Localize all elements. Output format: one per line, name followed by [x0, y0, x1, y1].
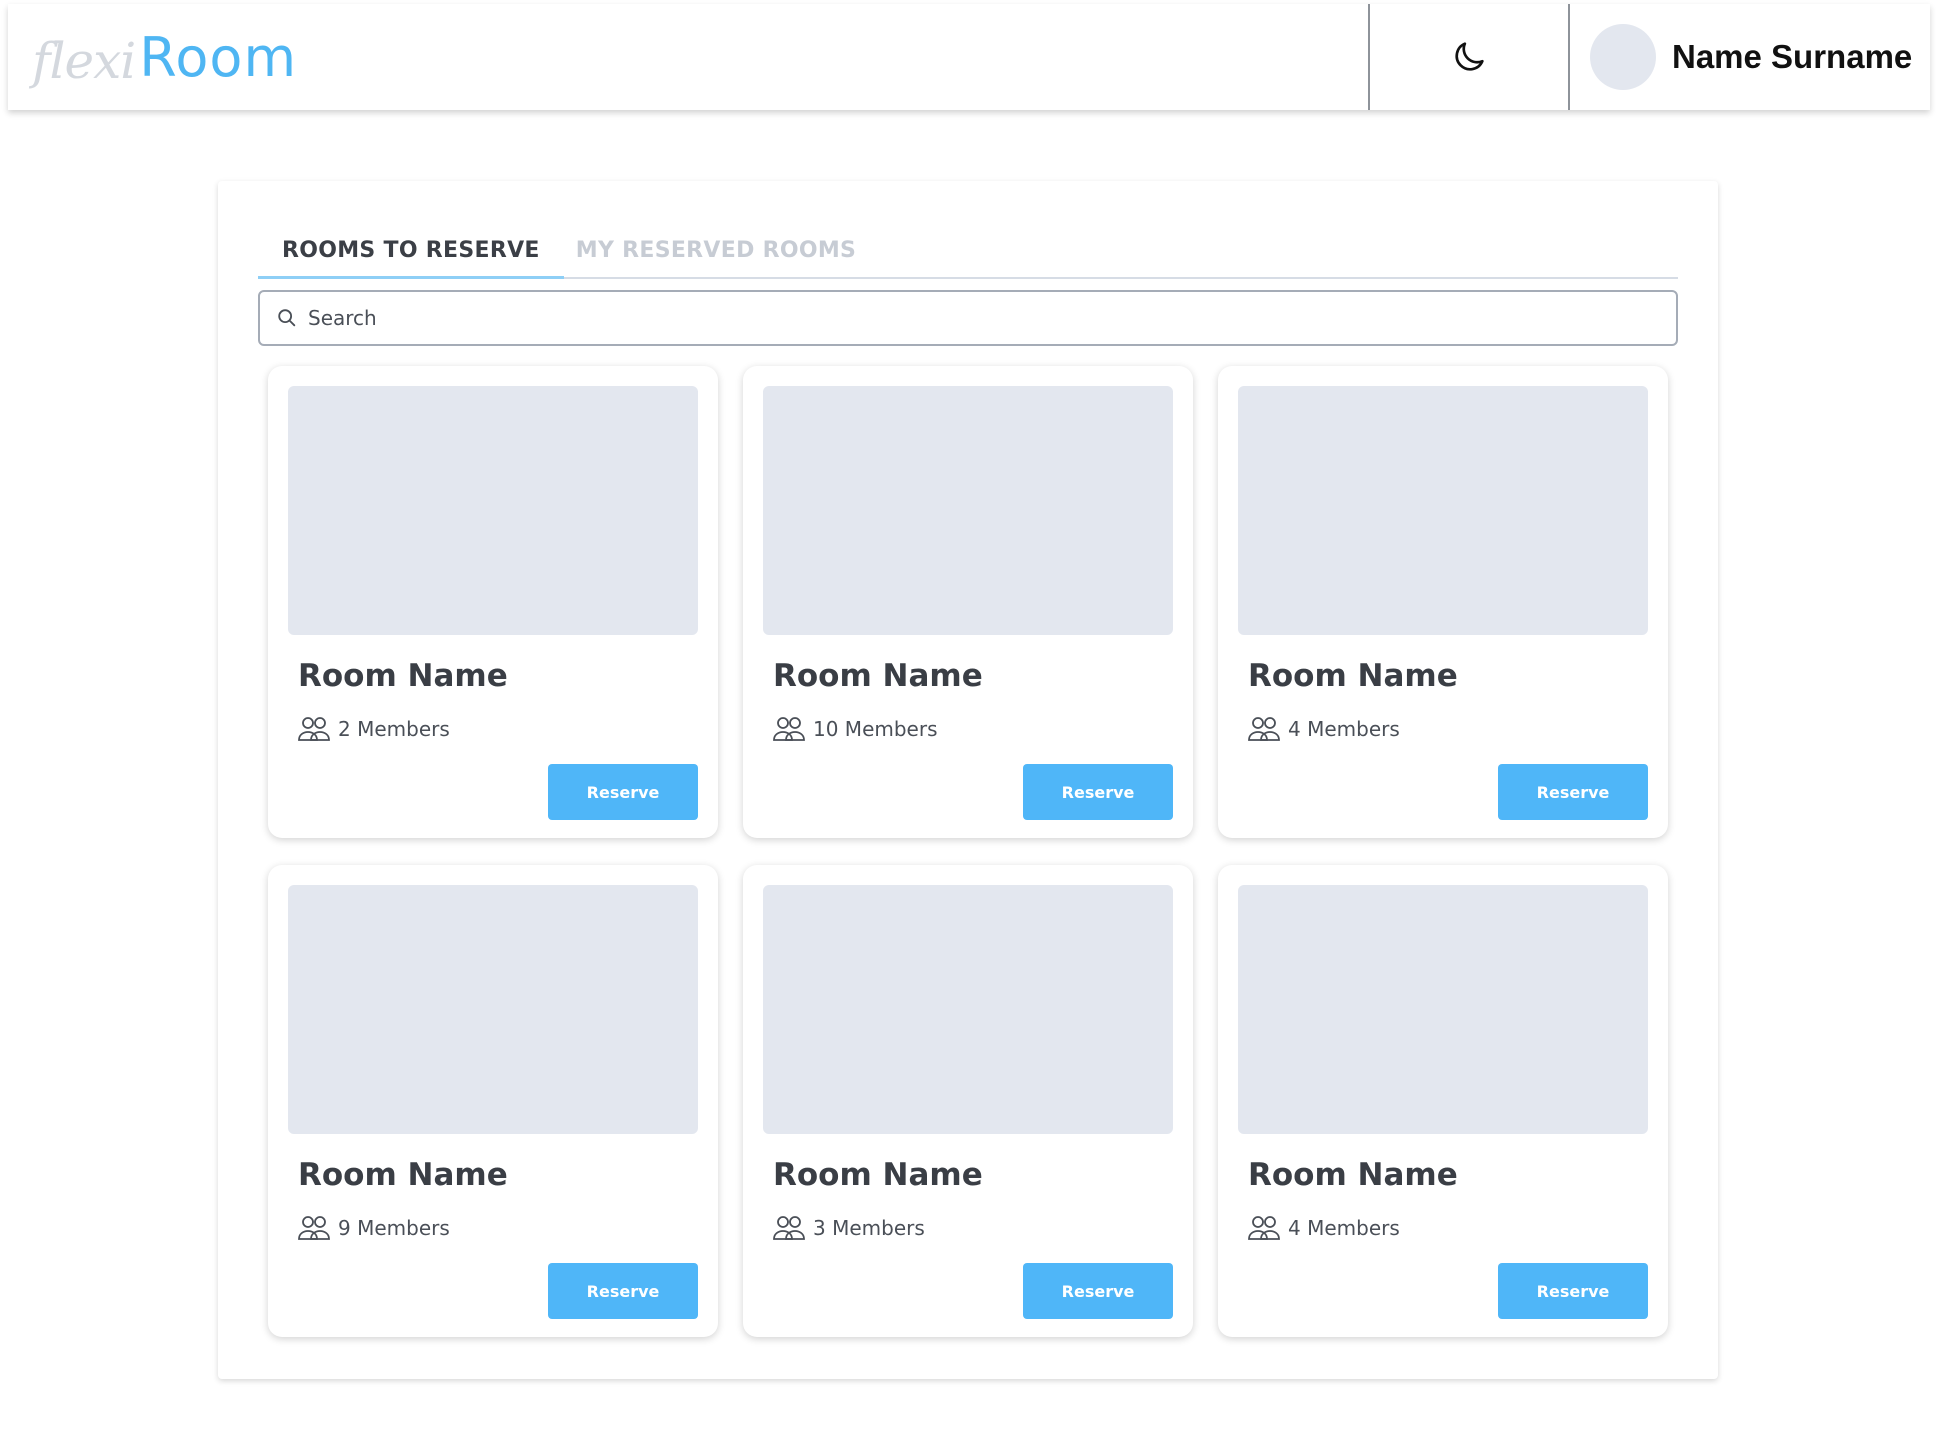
room-image-placeholder [763, 885, 1173, 1134]
room-card: Room Name 3 Members Reserve [743, 865, 1193, 1337]
members-info: 2 Members [298, 716, 450, 742]
room-name: Room Name [773, 658, 983, 694]
members-info: 3 Members [773, 1215, 925, 1241]
users-icon [1248, 1216, 1280, 1240]
logo-prefix: flexi [32, 32, 136, 90]
room-card: Room Name 9 Members Reserve [268, 865, 718, 1337]
members-info: 10 Members [773, 716, 938, 742]
app-logo[interactable]: flexi Room [8, 4, 1368, 110]
members-info: 4 Members [1248, 1215, 1400, 1241]
search-input[interactable] [306, 305, 1676, 331]
search-icon [278, 309, 296, 327]
room-name: Room Name [298, 658, 508, 694]
room-card: Room Name 10 Members Reserve [743, 366, 1193, 838]
user-name: Name Surname [1672, 38, 1913, 75]
room-image-placeholder [288, 885, 698, 1134]
users-icon [298, 1216, 330, 1240]
room-name: Room Name [773, 1157, 983, 1193]
users-icon [298, 717, 330, 741]
members-count: 4 Members [1288, 717, 1400, 741]
members-count: 9 Members [338, 1216, 450, 1240]
room-name: Room Name [298, 1157, 508, 1193]
members-count: 2 Members [338, 717, 450, 741]
room-grid: Room Name 2 Members Reserve Room Name 10… [268, 366, 1668, 1337]
members-count: 3 Members [813, 1216, 925, 1240]
members-info: 9 Members [298, 1215, 450, 1241]
reserve-button[interactable]: Reserve [548, 764, 698, 820]
reserve-button[interactable]: Reserve [1498, 1263, 1648, 1319]
reserve-button[interactable]: Reserve [1498, 764, 1648, 820]
room-name: Room Name [1248, 658, 1458, 694]
avatar[interactable] [1590, 24, 1656, 90]
reserve-button[interactable]: Reserve [1023, 764, 1173, 820]
room-image-placeholder [1238, 386, 1648, 635]
members-count: 10 Members [813, 717, 938, 741]
room-image-placeholder [288, 386, 698, 635]
room-card: Room Name 2 Members Reserve [268, 366, 718, 838]
tab-my-reserved-rooms[interactable]: MY RESERVED ROOMS [564, 229, 880, 279]
room-image-placeholder [763, 386, 1173, 635]
room-name: Room Name [1248, 1157, 1458, 1193]
reserve-button[interactable]: Reserve [548, 1263, 698, 1319]
members-info: 4 Members [1248, 716, 1400, 742]
user-menu[interactable]: Name Surname [1568, 4, 1930, 110]
users-icon [773, 1216, 805, 1240]
moon-icon [1455, 42, 1484, 71]
tab-rooms-to-reserve[interactable]: ROOMS TO RESERVE [258, 229, 564, 279]
users-icon [773, 717, 805, 741]
room-image-placeholder [1238, 885, 1648, 1134]
top-bar: flexi Room Name Surname [8, 4, 1930, 110]
theme-toggle-button[interactable] [1368, 4, 1568, 110]
room-card: Room Name 4 Members Reserve [1218, 366, 1668, 838]
room-card: Room Name 4 Members Reserve [1218, 865, 1668, 1337]
users-icon [1248, 717, 1280, 741]
logo-main: Room [139, 25, 298, 89]
tab-bar: ROOMS TO RESERVE MY RESERVED ROOMS [258, 229, 1678, 279]
reserve-button[interactable]: Reserve [1023, 1263, 1173, 1319]
members-count: 4 Members [1288, 1216, 1400, 1240]
rooms-panel: ROOMS TO RESERVE MY RESERVED ROOMS Room … [218, 181, 1718, 1379]
search-box[interactable] [258, 290, 1678, 346]
